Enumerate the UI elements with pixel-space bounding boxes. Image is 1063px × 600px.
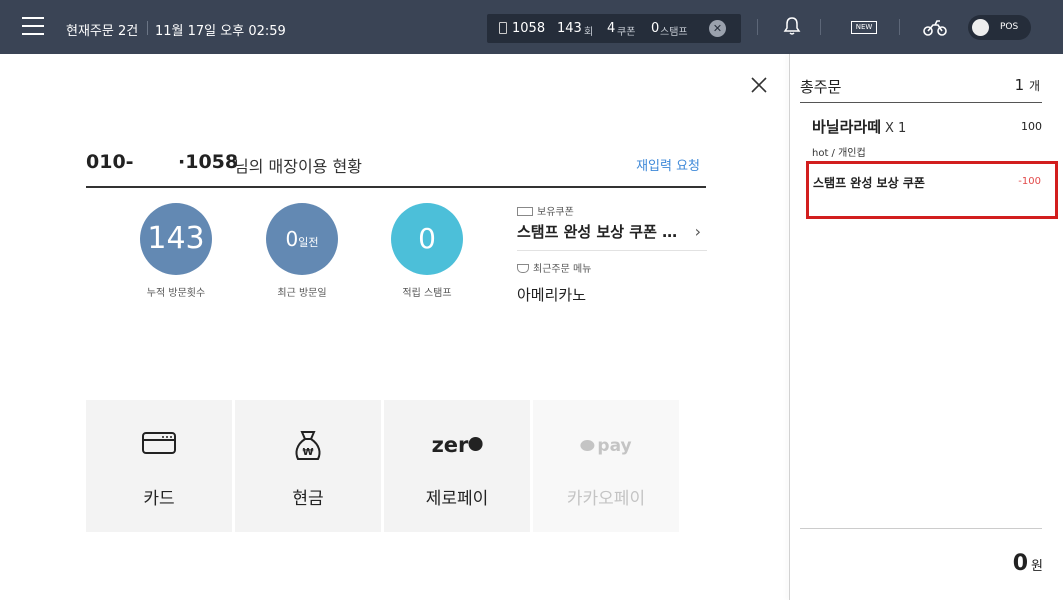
pay-kakaopay-button[interactable]: pay 카카오페이 xyxy=(533,400,679,532)
item-price: 100 xyxy=(1021,120,1042,133)
coupon-unit: 쿠폰 xyxy=(617,27,636,38)
stamp-count: 0 xyxy=(651,21,660,36)
coupon-name: 스탬프 완성 보상 쿠폰 … xyxy=(517,223,678,241)
discount-name: 스탬프 완성 보상 쿠폰 xyxy=(813,176,925,190)
customer-title: 010- ·1058 님의 매장이용 현황 재입력 요청 xyxy=(86,148,706,188)
order-header-label: 총주문 xyxy=(800,78,842,96)
ticket-icon xyxy=(517,207,533,216)
zeropay-logo: zer xyxy=(432,433,483,457)
stat-value: 0 xyxy=(285,227,299,251)
pay-label: 현금 xyxy=(292,489,324,509)
top-bar: 현재주문 2건 11월 17일 오후 02:59 1058 143 회 4 쿠폰… xyxy=(0,0,1063,54)
phone-prefix: 010- xyxy=(86,151,134,173)
menu-icon[interactable] xyxy=(22,17,44,37)
pay-card-button[interactable]: 카드 xyxy=(86,400,232,532)
total-unit: 원 xyxy=(1031,559,1043,574)
visit-unit: 회 xyxy=(584,27,594,38)
stat-circle: 0일전 xyxy=(266,203,338,275)
stat-last-visit: 0일전 최근 방문일 xyxy=(242,203,362,299)
phone-icon xyxy=(499,22,507,34)
cash-bag-icon: ₩ xyxy=(295,431,321,460)
pay-cash-button[interactable]: ₩ 현금 xyxy=(235,400,381,532)
stat-stamps: 0 적립 스탬프 xyxy=(367,203,487,299)
order-total: 0원 xyxy=(1013,551,1043,576)
divider xyxy=(800,528,1042,529)
kakaopay-logo: pay xyxy=(580,436,632,456)
divider xyxy=(820,19,821,35)
pos-toggle-label: POS xyxy=(1000,22,1019,32)
stat-circle: 143 xyxy=(140,203,212,275)
card-icon xyxy=(142,432,176,454)
phone-suffix: ·1058 xyxy=(178,151,239,173)
order-header: 총주문 1 개 xyxy=(800,76,1042,103)
coupon-header: 보유쿠폰 xyxy=(517,203,707,218)
cup-icon xyxy=(517,264,529,273)
close-icon[interactable] xyxy=(749,75,769,95)
pay-label: 카카오페이 xyxy=(566,489,646,509)
item-options: hot / 개인컵 xyxy=(812,148,866,159)
item-name: 바닐라라떼 xyxy=(812,118,882,136)
order-panel: 총주문 1 개 바닐라라떼 X 1 100 hot / 개인컵 스탬프 완성 보상… xyxy=(790,54,1063,600)
stat-value: 143 xyxy=(147,221,205,256)
discount-amount: -100 xyxy=(1018,176,1041,187)
current-orders-status[interactable]: 현재주문 2건 xyxy=(66,20,138,39)
chevron-right-icon: › xyxy=(694,222,701,241)
pay-label: 제로페이 xyxy=(425,489,489,509)
stat-label: 누적 방문횟수 xyxy=(146,288,206,299)
divider xyxy=(757,19,758,35)
coupon-count: 4 xyxy=(607,21,616,36)
reinput-request-link[interactable]: 재입력 요청 xyxy=(636,155,700,174)
discount-coupon-row[interactable]: 스탬프 완성 보상 쿠폰 -100 xyxy=(806,161,1058,219)
stat-unit: 일전 xyxy=(298,236,319,249)
visit-count: 143 xyxy=(557,21,582,36)
pos-toggle[interactable]: POS xyxy=(968,15,1031,40)
divider xyxy=(899,19,900,35)
stat-label: 적립 스탬프 xyxy=(402,288,452,299)
stat-label: 최근 방문일 xyxy=(277,288,327,299)
delivery-bike-icon[interactable] xyxy=(923,17,947,37)
pay-label: 카드 xyxy=(143,489,175,509)
stat-circle: 0 xyxy=(391,203,463,275)
coupon-item[interactable]: 스탬프 완성 보상 쿠폰 … › xyxy=(517,221,707,251)
stat-visit-count: 143 누적 방문횟수 xyxy=(116,203,236,299)
item-qty: X 1 xyxy=(885,121,907,136)
customer-phone-last4: 1058 xyxy=(512,21,546,36)
order-count: 1 개 xyxy=(1014,76,1040,94)
divider xyxy=(147,21,148,35)
svg-text:₩: ₩ xyxy=(302,447,313,458)
pay-zeropay-button[interactable]: zer 제로페이 xyxy=(384,400,530,532)
new-icon[interactable]: NEW xyxy=(851,21,877,34)
bell-icon[interactable] xyxy=(783,16,801,36)
recent-menu-header: 최근주문 메뉴 xyxy=(517,260,707,275)
total-amount: 0 xyxy=(1012,551,1029,576)
datetime: 11월 17일 오후 02:59 xyxy=(155,24,286,39)
close-icon[interactable]: ✕ xyxy=(709,20,726,37)
stat-value: 0 xyxy=(418,222,436,255)
order-item[interactable]: 바닐라라떼 X 1 100 hot / 개인컵 xyxy=(812,116,1044,159)
recent-menu-name: 아메리카노 xyxy=(517,286,587,304)
stamp-unit: 스탬프 xyxy=(660,27,688,38)
toggle-knob xyxy=(972,19,989,36)
customer-summary[interactable]: 1058 143 회 4 쿠폰 0 스탬프 ✕ xyxy=(487,14,741,43)
coupon-section: 보유쿠폰 스탬프 완성 보상 쿠폰 … › 최근주문 메뉴 아메리카노 xyxy=(517,203,707,305)
title-suffix: 님의 매장이용 현황 xyxy=(234,157,362,176)
